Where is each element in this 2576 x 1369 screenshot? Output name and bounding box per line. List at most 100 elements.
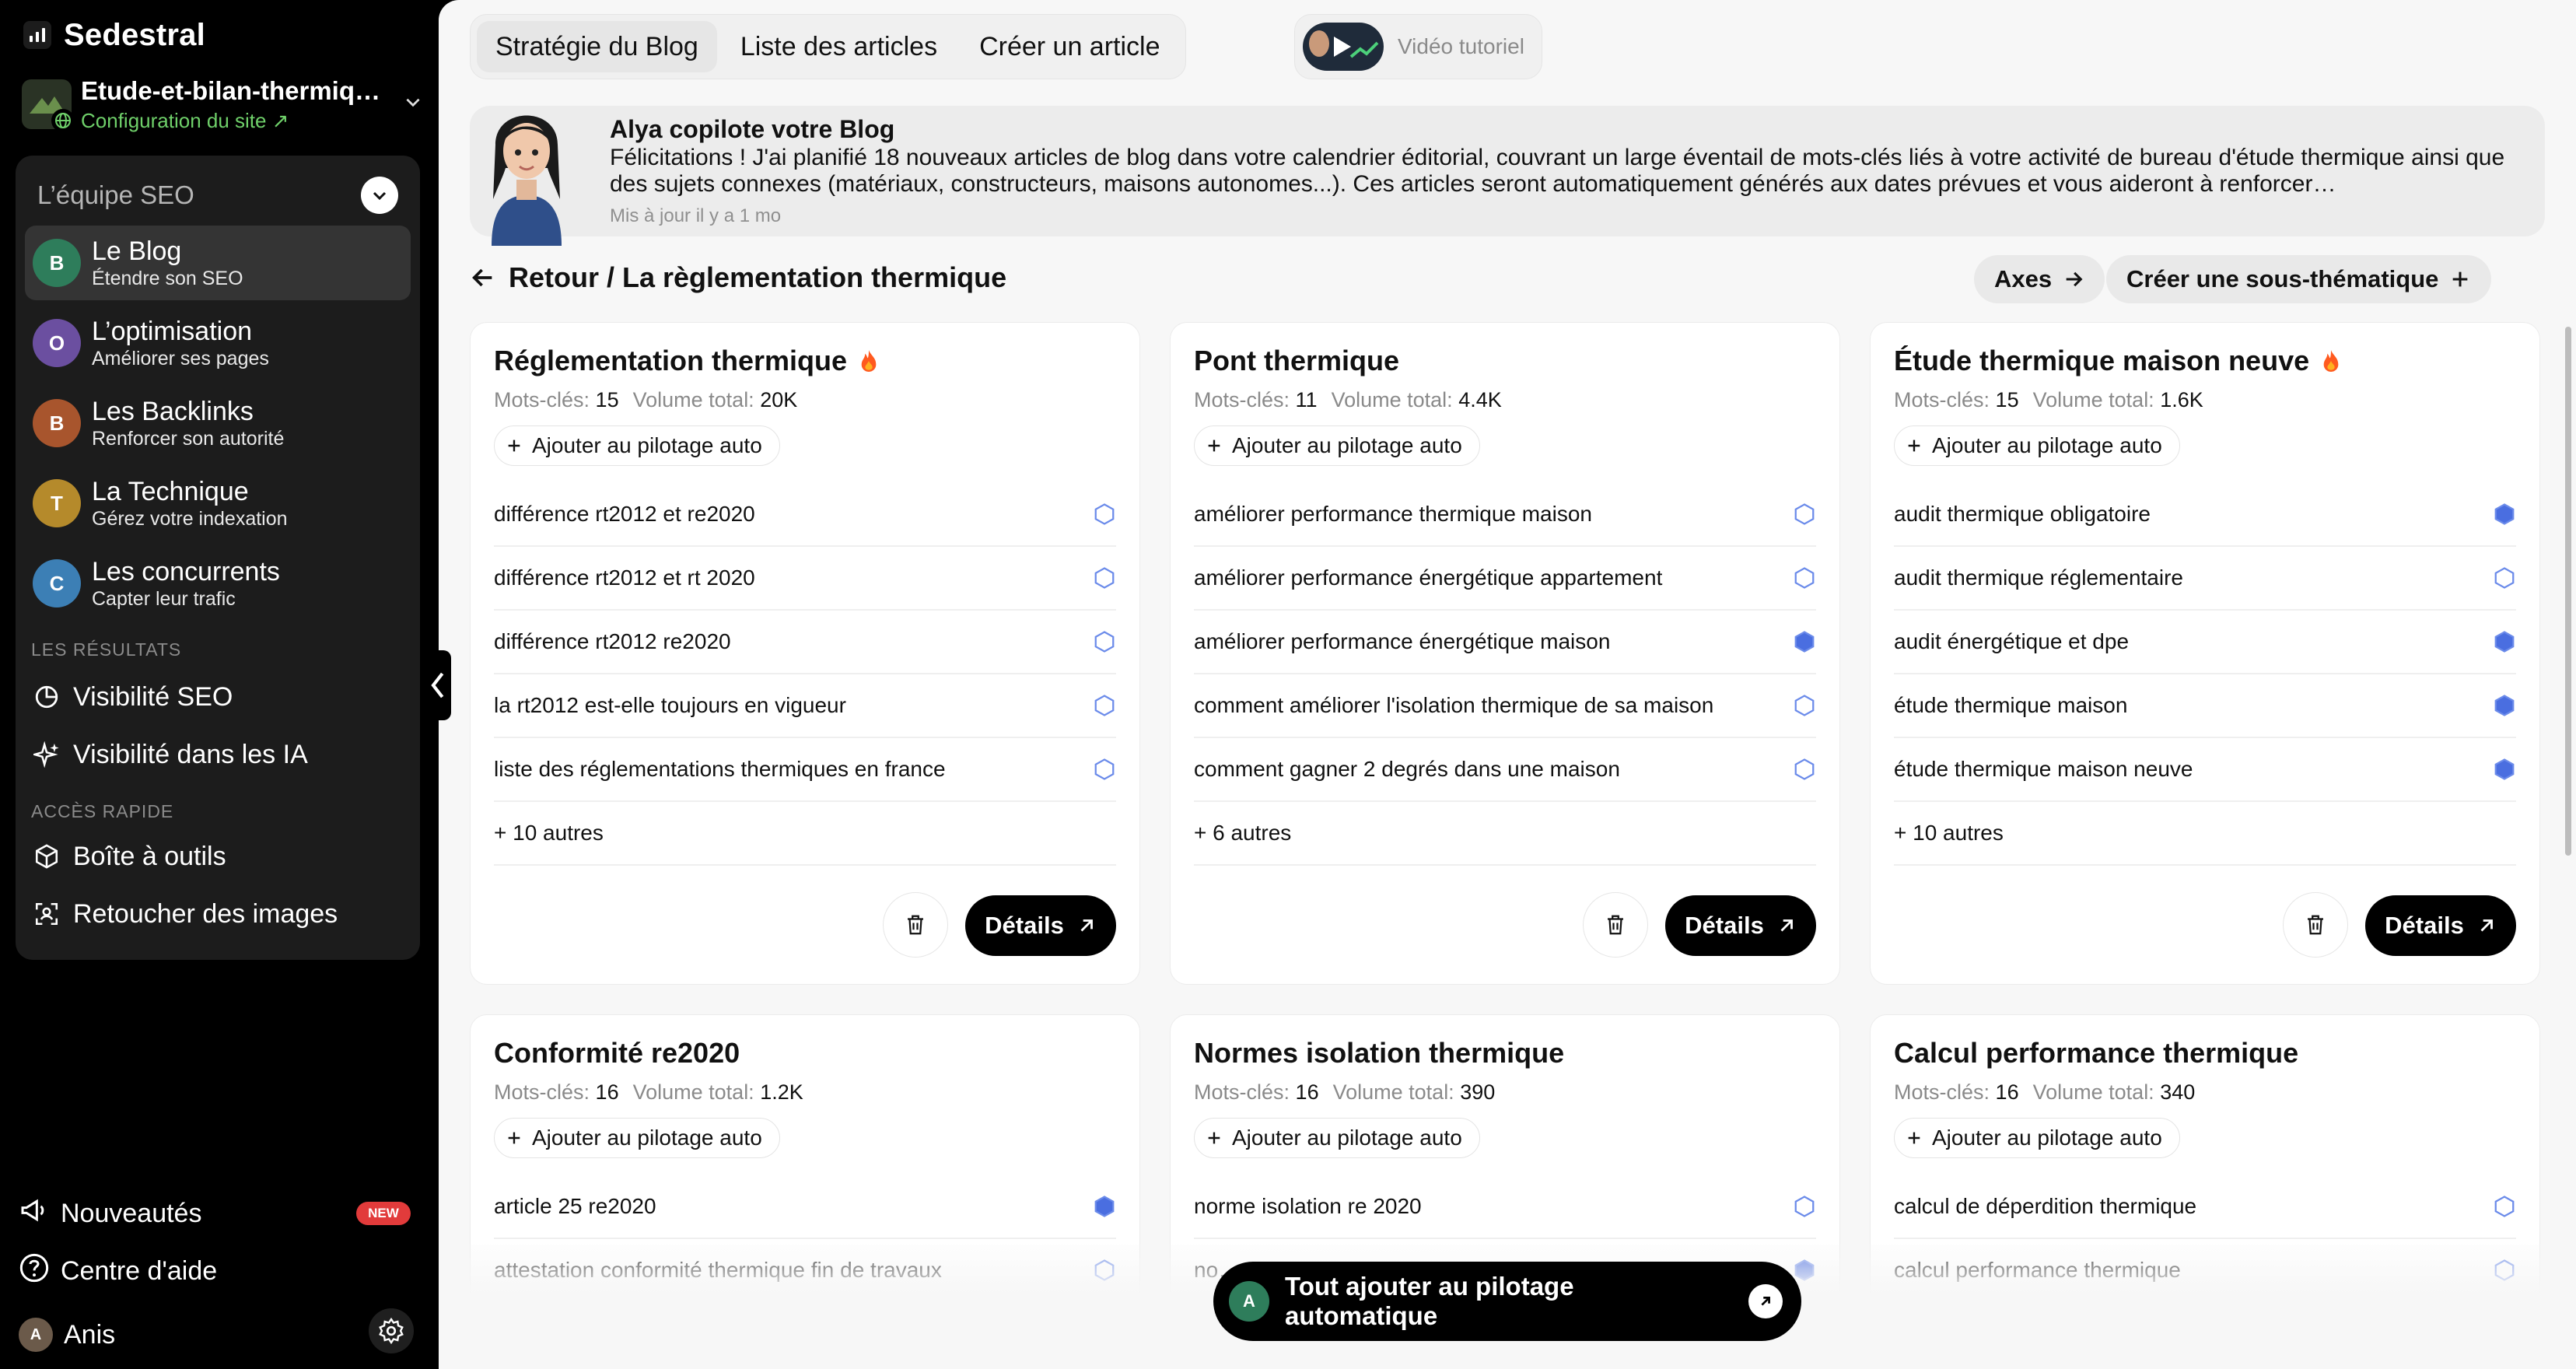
keyword-row[interactable]: liste des réglementations thermiques en … [494, 738, 1116, 802]
link-label: Visibilité dans les IA [73, 739, 308, 769]
tab-articles[interactable]: Liste des articles [722, 21, 956, 72]
fire-icon [861, 350, 877, 372]
topic-title[interactable]: Conformité re2020 [494, 1037, 740, 1070]
more-keywords-link[interactable]: + 6 autres [1194, 802, 1816, 866]
hexagon-status-icon[interactable] [2493, 502, 2516, 526]
video-tutorial-button[interactable]: Vidéo tutoriel [1294, 14, 1542, 79]
topic-title[interactable]: Réglementation thermique [494, 345, 880, 377]
hexagon-status-icon[interactable] [2493, 758, 2516, 781]
details-button[interactable]: Détails [2365, 895, 2516, 956]
sidebar-collapse-button[interactable] [423, 650, 451, 720]
details-button[interactable]: Détails [965, 895, 1116, 956]
keyword-row[interactable]: la rt2012 est-elle toujours en vigueur [494, 674, 1116, 738]
chevron-down-icon[interactable] [403, 92, 426, 117]
topic-title[interactable]: Étude thermique maison neuve [1894, 345, 2342, 377]
team-title: L’équipe SEO [37, 180, 194, 209]
scrollbar[interactable] [2565, 327, 2571, 856]
hexagon-status-icon[interactable] [1093, 502, 1116, 526]
hexagon-status-icon[interactable] [1093, 694, 1116, 717]
keyword-row[interactable]: article 25 re2020 [494, 1175, 1116, 1239]
add-autopilot-label: Ajouter au pilotage auto [1232, 433, 1462, 457]
keyword-row[interactable]: calcul de déperdition thermique [1894, 1175, 2516, 1239]
keyword-row[interactable]: audit énergétique et dpe [1894, 611, 2516, 674]
hexagon-status-icon[interactable] [2493, 694, 2516, 717]
hexagon-status-icon[interactable] [2493, 630, 2516, 653]
help-center-link[interactable]: Centre d'aide [19, 1249, 217, 1293]
more-keywords-link[interactable]: + 10 autres [1894, 802, 2516, 866]
topic-title[interactable]: Pont thermique [1194, 345, 1399, 377]
add-all-autopilot-button[interactable]: A Tout ajouter au pilotage automatique [1213, 1262, 1801, 1341]
keyword-row[interactable]: différence rt2012 et re2020 [494, 483, 1116, 547]
sidebar-item-retouch-images[interactable]: Retoucher des images [31, 892, 338, 936]
hexagon-status-icon[interactable] [1793, 758, 1816, 781]
delete-topic-button[interactable] [1583, 892, 1648, 958]
tab-strategie[interactable]: Stratégie du Blog [477, 21, 717, 72]
keyword-row[interactable]: audit thermique réglementaire [1894, 547, 2516, 611]
topic-title[interactable]: Normes isolation thermique [1194, 1037, 1564, 1070]
keyword-row[interactable]: comment gagner 2 degrés dans une maison [1194, 738, 1816, 802]
news-link[interactable]: Nouveautés [19, 1192, 201, 1235]
nav-subtitle: Capter leur trafic [92, 588, 236, 610]
add-to-autopilot-button[interactable]: Ajouter au pilotage auto [494, 1118, 780, 1158]
hexagon-status-icon[interactable] [1793, 566, 1816, 590]
site-favicon-icon [22, 79, 75, 132]
hexagon-status-icon[interactable] [1093, 1195, 1116, 1218]
sidebar-item-backlinks[interactable]: B Les Backlinks Renforcer son autorité [25, 386, 411, 460]
keyword-row[interactable]: améliorer performance thermique maison [1194, 483, 1816, 547]
keyword-row[interactable]: étude thermique maison [1894, 674, 2516, 738]
hexagon-status-icon[interactable] [1793, 1195, 1816, 1218]
delete-topic-button[interactable] [2283, 892, 2348, 958]
create-subtheme-button[interactable]: Créer une sous-thématique [2106, 255, 2492, 303]
settings-button[interactable] [369, 1308, 414, 1353]
hexagon-status-icon[interactable] [1793, 630, 1816, 653]
site-selector[interactable]: Etude-et-bilan-thermiq… Configuration du… [22, 73, 426, 135]
add-autopilot-label: Ajouter au pilotage auto [532, 1126, 762, 1150]
more-keywords-link[interactable]: + 10 autres [494, 802, 1116, 866]
hexagon-status-icon[interactable] [1093, 758, 1116, 781]
topic-meta: Mots-clés: 11 Volume total: 4.4K [1194, 388, 1502, 411]
sidebar-item-concurrents[interactable]: C Les concurrents Capter leur trafic [25, 546, 411, 621]
add-to-autopilot-button[interactable]: Ajouter au pilotage auto [1894, 425, 2180, 466]
hexagon-status-icon[interactable] [1793, 502, 1816, 526]
tab-create-article[interactable]: Créer un article [961, 21, 1178, 72]
keyword-row[interactable]: améliorer performance énergétique maison [1194, 611, 1816, 674]
user-menu[interactable]: A Anis [19, 1313, 115, 1357]
add-to-autopilot-button[interactable]: Ajouter au pilotage auto [494, 425, 780, 466]
chevron-down-icon [373, 191, 387, 201]
sidebar-item-technique[interactable]: T La Technique Gérez votre indexation [25, 466, 411, 541]
team-collapse-button[interactable] [361, 177, 398, 214]
keyword-text: calcul de déperdition thermique [1894, 1194, 2197, 1218]
nav-title: L’optimisation [92, 317, 253, 346]
details-label: Détails [985, 912, 1064, 939]
hexagon-status-icon[interactable] [2493, 566, 2516, 590]
topic-title[interactable]: Calcul performance thermique [1894, 1037, 2298, 1070]
link-label: Visibilité SEO [73, 681, 233, 712]
keyword-row[interactable]: différence rt2012 re2020 [494, 611, 1116, 674]
sidebar-item-visibilite-seo[interactable]: Visibilité SEO [31, 675, 233, 719]
add-to-autopilot-button[interactable]: Ajouter au pilotage auto [1194, 1118, 1480, 1158]
axes-button[interactable]: Axes [1974, 255, 2105, 303]
keyword-row[interactable]: différence rt2012 et rt 2020 [494, 547, 1116, 611]
details-button[interactable]: Détails [1665, 895, 1816, 956]
hexagon-status-icon[interactable] [1093, 630, 1116, 653]
axes-label: Axes [1994, 265, 2053, 292]
sidebar-item-toolbox[interactable]: Boîte à outils [31, 835, 226, 878]
delete-topic-button[interactable] [883, 892, 948, 958]
add-to-autopilot-button[interactable]: Ajouter au pilotage auto [1194, 425, 1480, 466]
total-volume: 340 [2160, 1080, 2196, 1104]
site-config-link[interactable]: Configuration du site ↗ [81, 109, 394, 133]
hexagon-status-icon[interactable] [1093, 566, 1116, 590]
keyword-row[interactable]: étude thermique maison neuve [1894, 738, 2516, 802]
sidebar-item-visibilite-ia[interactable]: Visibilité dans les IA [31, 733, 308, 776]
keyword-row[interactable]: améliorer performance énergétique appart… [1194, 547, 1816, 611]
brand[interactable]: Sedestral [23, 16, 205, 54]
keyword-row[interactable]: norme isolation re 2020 [1194, 1175, 1816, 1239]
sidebar-item-optimisation[interactable]: O L’optimisation Améliorer ses pages [25, 306, 411, 380]
hexagon-status-icon[interactable] [2493, 1195, 2516, 1218]
sidebar-item-blog[interactable]: B Le Blog Étendre son SEO [25, 226, 411, 300]
hexagon-status-icon[interactable] [1793, 694, 1816, 717]
add-to-autopilot-button[interactable]: Ajouter au pilotage auto [1894, 1118, 2180, 1158]
keyword-row[interactable]: comment améliorer l'isolation thermique … [1194, 674, 1816, 738]
breadcrumb[interactable]: Retour / La règlementation thermique [470, 261, 1006, 294]
keyword-row[interactable]: audit thermique obligatoire [1894, 483, 2516, 547]
